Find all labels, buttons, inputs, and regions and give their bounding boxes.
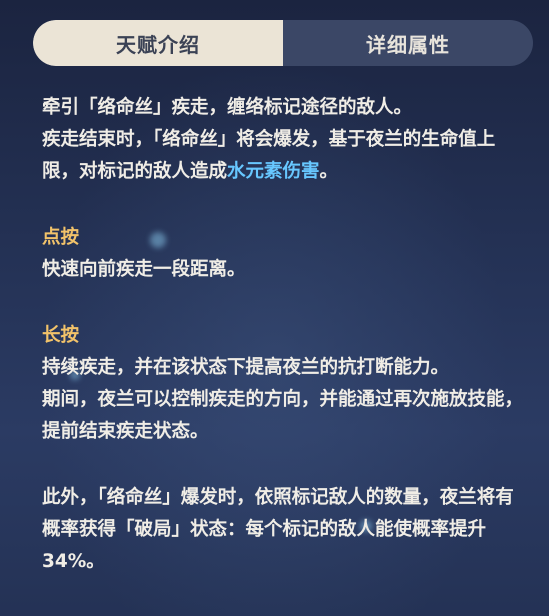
tap-heading: 点按: [42, 227, 80, 248]
tap-description: 快速向前疾走一段距离。: [42, 259, 246, 280]
intro-end: 。: [319, 161, 339, 182]
intro-line: 牵引「络命丝」疾走，缠络标记途径的敌人。: [42, 97, 413, 118]
tab-talent-intro[interactable]: 天赋介绍: [33, 20, 283, 66]
intro-paragraph: 疾走结束时，「络命丝」将会爆发，基于夜兰的生命值上限，对标记的敌人造成水元素伤害…: [42, 124, 527, 188]
hydro-damage-keyword: 水元素伤害: [227, 161, 320, 182]
tab-bar: 天赋介绍 详细属性: [33, 20, 533, 66]
talent-panel: 天赋介绍 详细属性 牵引「络命丝」疾走，缠络标记途径的敌人。 疾走结束时，「络命…: [0, 0, 549, 616]
tab-detailed-attributes[interactable]: 详细属性: [283, 20, 533, 66]
hold-heading: 长按: [42, 325, 80, 346]
talent-description: 牵引「络命丝」疾走，缠络标记途径的敌人。 疾走结束时，「络命丝」将会爆发，基于夜…: [42, 92, 527, 578]
extra-description: 此外，「络命丝」爆发时，依照标记敌人的数量，夜兰将有概率获得「破局」状态：每个标…: [42, 487, 514, 572]
hold-description: 持续疾走，并在该状态下提高夜兰的抗打断能力。: [42, 357, 450, 378]
hold-description-2: 期间，夜兰可以控制疾走的方向，并能通过再次施放技能，提前结束疾走状态。: [42, 389, 524, 442]
